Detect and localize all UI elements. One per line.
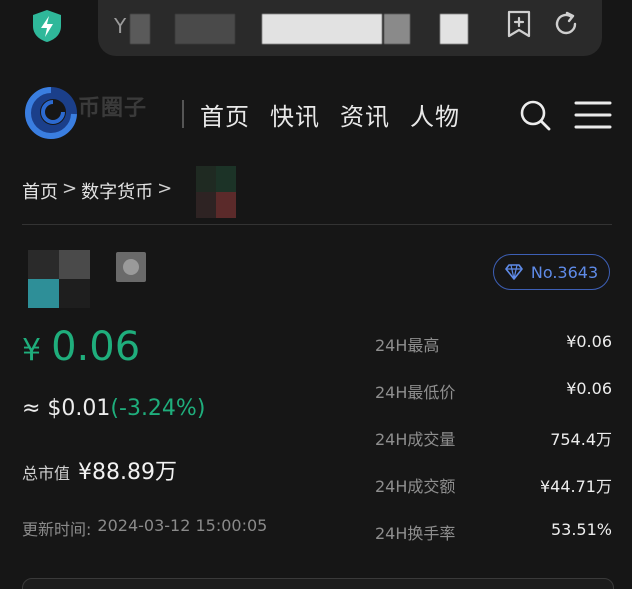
breadcrumb-home[interactable]: 首页	[22, 178, 58, 204]
rank-text: No.3643	[530, 262, 599, 282]
nav-item-people[interactable]: 人物	[410, 97, 460, 132]
diamond-icon	[505, 264, 523, 280]
stat-row: 24H成交额 ¥44.71万	[375, 473, 612, 520]
usd-price-value: ≈ $0.01	[22, 396, 111, 421]
coin-logo	[28, 250, 90, 308]
reload-icon[interactable]	[552, 10, 580, 38]
breadcrumb: 首页 > 数字货币 >	[22, 178, 172, 204]
breadcrumb-redacted	[196, 166, 236, 218]
url-redacted-2	[175, 14, 235, 44]
stat-value: ¥0.06	[566, 332, 612, 351]
nav-divider	[182, 100, 184, 128]
search-icon[interactable]	[518, 98, 552, 132]
price-currency: ¥	[22, 333, 42, 368]
url-text[interactable]: Y	[114, 14, 127, 38]
stat-value: 754.4万	[550, 430, 612, 449]
breadcrumb-separator: >	[157, 178, 173, 199]
section-divider	[22, 224, 612, 225]
nav-item-flash[interactable]: 快讯	[270, 97, 320, 132]
stat-value: 53.51%	[550, 520, 612, 539]
stat-row: 24H换手率 53.51%	[375, 520, 612, 567]
update-time-label: 更新时间:	[22, 520, 92, 539]
rank-badge: No.3643	[493, 254, 610, 290]
shield-bolt-icon[interactable]	[30, 8, 64, 44]
update-time: 更新时间: 2024-03-12 15:00:05	[22, 516, 267, 540]
stat-row: 24H成交量 754.4万	[375, 426, 612, 473]
site-logo[interactable]	[22, 84, 80, 142]
market-cap: 总市值 ¥88.89万	[22, 454, 177, 486]
url-redacted-1	[130, 14, 150, 44]
usd-price: ≈ $0.01(-3.24%)	[22, 396, 205, 421]
market-cap-value: ¥88.89万	[78, 460, 177, 485]
stat-label: 24H换手率	[375, 524, 456, 543]
stat-value: ¥0.06	[566, 379, 612, 398]
price-value: 0.06	[51, 324, 141, 370]
stat-value: ¥44.71万	[540, 477, 612, 496]
stat-label: 24H成交额	[375, 477, 456, 496]
stats-table: 24H最高 ¥0.06 24H最低价 ¥0.06 24H成交量 754.4万 2…	[375, 332, 612, 567]
url-redacted-3	[262, 14, 382, 44]
stat-label: 24H最高	[375, 336, 440, 355]
stat-row: 24H最低价 ¥0.06	[375, 379, 612, 426]
menu-icon[interactable]	[574, 100, 612, 130]
coin-name-redacted	[116, 252, 146, 282]
market-cap-label: 总市值	[22, 464, 71, 483]
update-time-value: 2024-03-12 15:00:05	[97, 516, 268, 535]
nav-item-home[interactable]: 首页	[200, 97, 250, 132]
site-logo-text[interactable]: 币圈子	[78, 90, 147, 122]
url-redacted-5	[440, 14, 468, 44]
stat-label: 24H成交量	[375, 430, 456, 449]
main-nav: 首页 快讯 资讯 人物	[200, 97, 460, 132]
breadcrumb-separator: >	[62, 178, 78, 199]
url-redacted-4	[384, 14, 410, 44]
add-bookmark-icon[interactable]	[506, 10, 532, 38]
next-section-card	[22, 578, 614, 589]
stat-label: 24H最低价	[375, 383, 456, 402]
breadcrumb-digital-currency[interactable]: 数字货币	[81, 178, 153, 204]
stat-row: 24H最高 ¥0.06	[375, 332, 612, 379]
price-change: (-3.24%)	[110, 396, 206, 421]
app-frame: Y 币圈子 首页 快讯 资讯 人物 首页 > 数字货币 > No.3643 ¥ …	[0, 0, 632, 589]
nav-item-news[interactable]: 资讯	[340, 97, 390, 132]
price: ¥0.06	[22, 324, 140, 370]
